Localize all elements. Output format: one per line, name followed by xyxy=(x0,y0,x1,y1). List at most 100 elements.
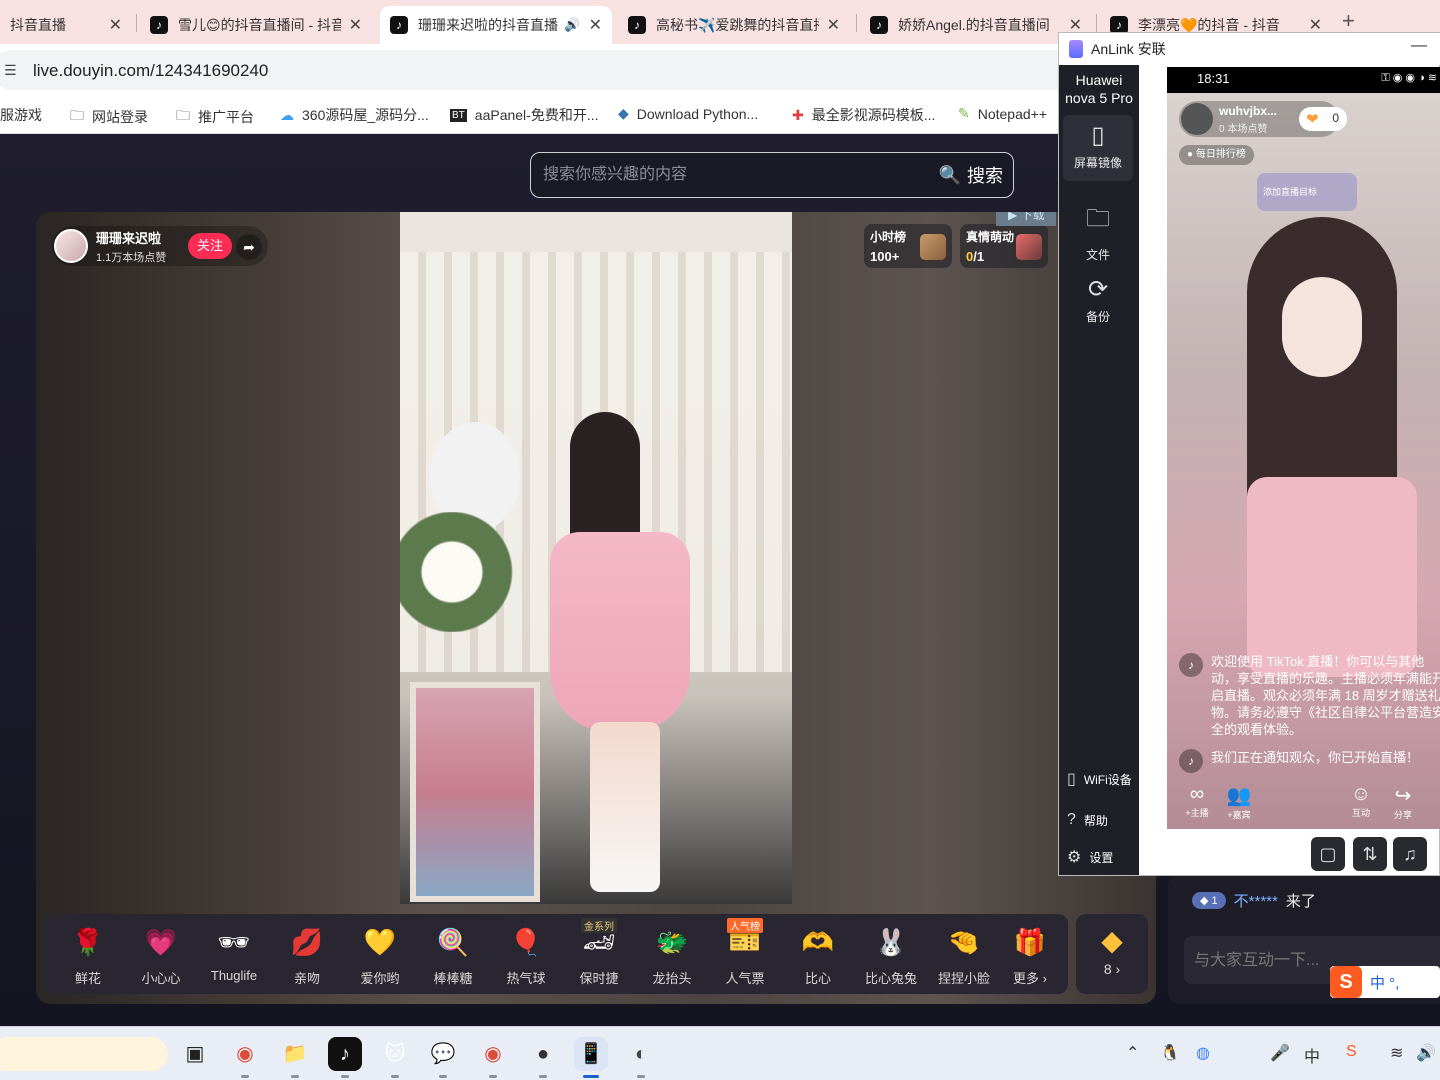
streamer-name[interactable]: 珊珊来迟啦 xyxy=(96,228,166,247)
gift-bunny[interactable]: 🐰 比心兔兔 xyxy=(855,920,927,990)
layout-icon[interactable]: ▢ xyxy=(1311,837,1345,871)
bookmark-item[interactable]: ✚ 最全影视源码模板... xyxy=(792,105,935,125)
gift-little-heart[interactable]: 💗 小心心 xyxy=(125,920,197,990)
bookmark-item[interactable]: 🗀 网站登录 xyxy=(70,105,148,129)
site-info-icon[interactable]: ☰ xyxy=(4,62,17,79)
gift-love-you[interactable]: 💛 爱你哟 xyxy=(344,920,416,990)
microphone-icon[interactable]: 🎤 xyxy=(1270,1043,1290,1063)
hourly-rank-card[interactable]: 小时榜 100+ xyxy=(864,224,952,268)
live-player[interactable]: 珊珊来迟啦 1.1万本场点赞 关注 ➦ 小时榜 100+ 真情萌动 0/1 ▶ … xyxy=(36,212,1156,1004)
live-video-frame[interactable] xyxy=(400,212,792,904)
interact-button[interactable]: ☺ 互动 xyxy=(1341,783,1381,819)
wifi-icon[interactable]: ≋ xyxy=(1390,1043,1403,1063)
update-icon[interactable]: ◍ xyxy=(1196,1043,1210,1063)
add-host-button[interactable]: ∞ +主播 xyxy=(1177,783,1217,819)
level-badge: ◆ 1 xyxy=(1192,892,1226,909)
search-button[interactable]: 🔍 搜索 xyxy=(939,162,1003,188)
speaker-icon[interactable]: 🔊 xyxy=(564,17,580,33)
minimize-icon[interactable]: — xyxy=(1411,37,1427,55)
chevron-up-icon[interactable]: ⌃ xyxy=(1126,1043,1139,1063)
phone-streamer-info[interactable]: wuhvjbx... 0 本场点赞 ❤ 0 xyxy=(1179,101,1347,137)
tiktok-icon[interactable]: ♪ xyxy=(328,1037,362,1078)
close-icon[interactable]: ✕ xyxy=(827,15,840,35)
gift-dragon[interactable]: 🐲 龙抬头 xyxy=(636,920,708,990)
taskbar-search[interactable] xyxy=(0,1037,168,1071)
gift-flower[interactable]: 🌹 鲜花 xyxy=(52,920,124,990)
rotate-icon[interactable]: ⇅ xyxy=(1353,837,1387,871)
chrome-ai-icon[interactable]: ◉ xyxy=(476,1037,510,1078)
ime-toolbar[interactable]: S 中 °, xyxy=(1330,966,1440,998)
add-guest-button[interactable]: 👥 +嘉宾 xyxy=(1219,783,1259,821)
gift-balloon[interactable]: 🎈 热气球 xyxy=(490,920,562,990)
sidebar-item-help[interactable]: ? 帮助 xyxy=(1067,811,1108,829)
sidebar-item-settings[interactable]: ⚙ 设置 xyxy=(1067,847,1113,867)
dragon-icon: 🐲 xyxy=(655,927,689,957)
bookmark-item[interactable]: ✎ Notepad++ xyxy=(958,105,1047,122)
bookmark-item[interactable]: 🗀 推广平台 xyxy=(176,105,254,129)
gift-kiss[interactable]: 💋 亲吻 xyxy=(271,920,343,990)
tiktok-icon: ♪ xyxy=(628,16,646,34)
diamond-balance[interactable]: ◆ 8 › xyxy=(1076,914,1148,994)
tab-gaomishu-live[interactable]: ♪ 高秘书✈️爱跳舞的抖音直播 ✕ xyxy=(618,6,850,44)
anlink-title-bar[interactable]: AnLink 安联 — xyxy=(1059,33,1440,65)
share-button[interactable]: ↪ 分享 xyxy=(1383,783,1423,821)
sogou-tray-icon[interactable]: S xyxy=(1346,1043,1357,1061)
phone-mirror-screen[interactable]: 18:31 ⚿ ◉ ◉ ◑ ≋ wuhvjbx... 0 本场点赞 ❤ 0 ● … xyxy=(1167,67,1440,829)
gift-pinch-face[interactable]: 🤏 捏捏小脸 xyxy=(928,920,1000,990)
tab-shanshan-live[interactable]: ♪ 珊珊来迟啦的抖音直播 🔊 ✕ xyxy=(380,6,612,44)
obs-icon[interactable]: ● xyxy=(526,1037,560,1078)
download-button[interactable]: ▶ 下载 xyxy=(996,212,1056,226)
task-view-icon[interactable]: ▣ xyxy=(178,1037,212,1071)
phone-daily-rank[interactable]: ● 每日排行榜 xyxy=(1179,145,1254,165)
gift-lollipop[interactable]: 🍭 棒棒糖 xyxy=(417,920,489,990)
close-icon[interactable]: ✕ xyxy=(589,15,602,35)
bookmark-item[interactable]: 服游戏 xyxy=(0,105,42,125)
gift-finger-heart[interactable]: 🫶 比心 xyxy=(782,920,854,990)
chrome-icon[interactable]: ◉ xyxy=(228,1037,262,1078)
gift-label: 鲜花 xyxy=(74,971,101,986)
chat-username[interactable]: 不***** xyxy=(1234,890,1278,911)
new-tab-button[interactable]: + xyxy=(1342,8,1355,34)
tab-xueer-live[interactable]: ♪ 雪儿😊的抖音直播间 - 抖音 ✕ xyxy=(140,6,372,44)
sidebar-item-files[interactable]: 🗀 文件 xyxy=(1063,195,1133,262)
phone-add-goal[interactable]: 添加直播目标 xyxy=(1257,173,1357,211)
sidebar-item-label: 帮助 xyxy=(1083,813,1108,828)
lollipop-icon: 🍭 xyxy=(436,927,470,957)
bookmark-item[interactable]: ◆ Download Python... xyxy=(618,105,758,122)
phone-heart-counter[interactable]: ❤ 0 xyxy=(1299,107,1347,131)
gift-more-button[interactable]: 🎁 更多 › xyxy=(994,920,1066,990)
gift-porsche[interactable]: 金系列 🏎 保时捷 xyxy=(563,918,635,990)
gift-popularity-ticket[interactable]: 人气榜 🎫 人气票 xyxy=(709,918,781,990)
ime-mode[interactable]: 中 °, xyxy=(1370,972,1399,993)
headphones-icon[interactable]: ♫ xyxy=(1393,837,1427,871)
recorder-icon[interactable]: ◐ xyxy=(624,1037,658,1078)
file-explorer-icon[interactable]: 📁 xyxy=(278,1037,312,1078)
gift-thuglife[interactable]: 🕶 Thuglife xyxy=(198,920,270,990)
bookmark-item[interactable]: BT aaPanel-免费和开... xyxy=(450,105,599,125)
sidebar-item-backup[interactable]: ⟳ 备份 xyxy=(1063,269,1133,329)
avatar[interactable] xyxy=(1181,103,1213,135)
close-icon[interactable]: ✕ xyxy=(349,15,362,35)
sidebar-item-wifi-device[interactable]: ▯ WiFi设备 xyxy=(1067,769,1133,789)
ime-language-icon[interactable]: 中 xyxy=(1304,1043,1320,1067)
close-icon[interactable]: ✕ xyxy=(109,15,122,35)
volume-icon[interactable]: 🔊 xyxy=(1416,1043,1436,1063)
wechat-icon[interactable]: 💬 xyxy=(426,1037,460,1078)
share-icon[interactable]: ➦ xyxy=(236,234,262,260)
gift-label: 龙抬头 xyxy=(652,971,692,986)
cat-app-icon[interactable]: 🐱 xyxy=(378,1037,412,1078)
avatar[interactable] xyxy=(54,229,88,263)
url-text[interactable]: live.douyin.com/124341690240 xyxy=(33,61,268,81)
tiktok-icon: ♪ xyxy=(390,16,408,34)
follow-button[interactable]: 关注 xyxy=(188,233,233,259)
qq-icon[interactable]: 🐧 xyxy=(1160,1043,1180,1063)
gift-label: 棒棒糖 xyxy=(433,971,473,986)
tab-douyin-live[interactable]: 抖音直播 ✕ xyxy=(0,6,132,44)
ranking-card[interactable]: 真情萌动 0/1 xyxy=(960,224,1048,268)
bookmark-label: Notepad++ xyxy=(977,105,1048,122)
anlink-icon[interactable]: 📱 xyxy=(574,1037,608,1078)
search-input[interactable] xyxy=(543,161,923,189)
bookmark-item[interactable]: ☁ 360源码屋_源码分... xyxy=(280,105,429,125)
sidebar-item-screen-mirror[interactable]: ▯ 屏幕镜像 xyxy=(1063,115,1133,181)
tab-divider xyxy=(856,14,857,32)
